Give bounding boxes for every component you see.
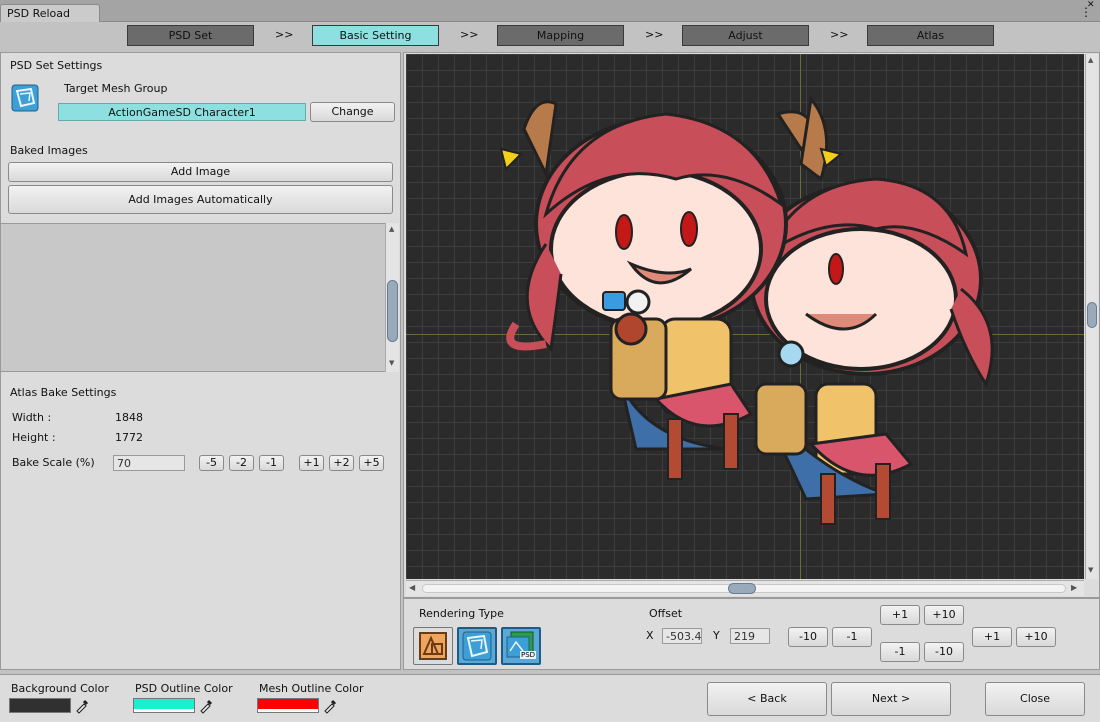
scrollbar-thumb[interactable] xyxy=(387,280,398,342)
change-button[interactable]: Change xyxy=(310,102,395,122)
offset-x-plus-10-button[interactable]: +10 xyxy=(1016,627,1056,647)
offset-label: Offset xyxy=(649,607,683,620)
bake-scale-field[interactable]: 70 xyxy=(113,455,185,471)
back-button[interactable]: < Back xyxy=(707,682,827,716)
canvas-scroll-right-icon[interactable]: ▶ xyxy=(1071,583,1077,592)
window-title: PSD Reload xyxy=(7,7,71,20)
mesh-group-icon xyxy=(11,84,39,112)
scale-plus-1-button[interactable]: +1 xyxy=(299,455,324,471)
step-basic-setting[interactable]: Basic Setting xyxy=(312,25,439,46)
offset-y-minus-1-button[interactable]: -1 xyxy=(880,642,920,662)
offset-x-minus-10-button[interactable]: -10 xyxy=(788,627,828,647)
canvas-scroll-down-icon[interactable]: ▼ xyxy=(1088,566,1093,574)
step-separator: >> xyxy=(645,28,664,41)
psd-set-settings-header: PSD Set Settings xyxy=(10,59,103,72)
offset-x-minus-1-button[interactable]: -1 xyxy=(832,627,872,647)
step-separator: >> xyxy=(275,28,294,41)
baked-images-scrollbar[interactable]: ▲ ▼ xyxy=(385,223,399,372)
target-mesh-group-field: ActionGameSD Character1 xyxy=(58,103,306,121)
scroll-up-icon[interactable]: ▲ xyxy=(389,225,394,233)
offset-y-plus-1-button[interactable]: +1 xyxy=(880,605,920,625)
title-bar xyxy=(0,0,1100,22)
background-color-label: Background Color xyxy=(11,682,109,695)
psd-outline-color-label: PSD Outline Color xyxy=(135,682,233,695)
scroll-down-icon[interactable]: ▼ xyxy=(389,359,394,367)
canvas-vertical-scrollbar[interactable]: ▲ ▼ xyxy=(1085,54,1098,579)
offset-y-plus-10-button[interactable]: +10 xyxy=(924,605,964,625)
offset-y-label: Y xyxy=(713,629,720,642)
close-button[interactable]: Close xyxy=(985,682,1085,716)
add-image-button[interactable]: Add Image xyxy=(8,162,393,182)
height-value: 1772 xyxy=(115,431,143,444)
eyedropper-icon[interactable] xyxy=(322,698,338,714)
step-psd-set[interactable]: PSD Set xyxy=(127,25,254,46)
rendering-type-label: Rendering Type xyxy=(419,607,504,620)
background-color-swatch[interactable] xyxy=(9,698,71,713)
render-psd-mode-button[interactable] xyxy=(413,627,453,665)
add-images-automatically-button[interactable]: Add Images Automatically xyxy=(8,185,393,214)
render-mesh-mode-button[interactable] xyxy=(457,627,497,665)
scale-minus-2-button[interactable]: -2 xyxy=(229,455,254,471)
eyedropper-icon[interactable] xyxy=(198,698,214,714)
render-both-mode-button[interactable]: PSD xyxy=(501,627,541,665)
target-mesh-group-label: Target Mesh Group xyxy=(64,82,168,95)
character-preview xyxy=(499,95,994,525)
scale-plus-2-button[interactable]: +2 xyxy=(329,455,354,471)
mesh-icon xyxy=(462,631,492,661)
atlas-bake-settings-header: Atlas Bake Settings xyxy=(10,386,117,399)
step-adjust[interactable]: Adjust xyxy=(682,25,809,46)
baked-images-header: Baked Images xyxy=(10,144,88,157)
width-label: Width : xyxy=(12,411,52,424)
scale-plus-5-button[interactable]: +5 xyxy=(359,455,384,471)
offset-x-field[interactable]: -503.4 xyxy=(662,628,702,644)
canvas-scroll-up-icon[interactable]: ▲ xyxy=(1088,56,1093,64)
next-button[interactable]: Next > xyxy=(831,682,951,716)
offset-x-label: X xyxy=(646,629,654,642)
canvas-scroll-left-icon[interactable]: ◀ xyxy=(409,583,415,592)
scale-minus-1-button[interactable]: -1 xyxy=(259,455,284,471)
psd-badge: PSD xyxy=(520,651,537,659)
preview-canvas[interactable] xyxy=(406,54,1084,579)
eyedropper-icon[interactable] xyxy=(74,698,90,714)
mesh-outline-color-label: Mesh Outline Color xyxy=(259,682,364,695)
mesh-outline-color-swatch[interactable] xyxy=(257,698,319,713)
offset-x-plus-1-button[interactable]: +1 xyxy=(972,627,1012,647)
step-atlas[interactable]: Atlas xyxy=(867,25,994,46)
step-separator: >> xyxy=(460,28,479,41)
close-window-icon[interactable]: ✕ xyxy=(1087,0,1095,10)
canvas-vscroll-thumb[interactable] xyxy=(1087,302,1097,328)
psd-outline-color-swatch[interactable] xyxy=(133,698,195,713)
bake-scale-label: Bake Scale (%) xyxy=(12,456,95,469)
scale-minus-5-button[interactable]: -5 xyxy=(199,455,224,471)
baked-images-list[interactable] xyxy=(1,223,385,372)
offset-y-minus-10-button[interactable]: -10 xyxy=(924,642,964,662)
offset-y-field[interactable]: 219 xyxy=(730,628,770,644)
canvas-hscroll-thumb[interactable] xyxy=(728,583,756,594)
psd-layer-icon xyxy=(419,632,447,660)
canvas-horizontal-scrollbar[interactable]: ◀ ▶ xyxy=(406,580,1084,596)
alpha-bar xyxy=(134,709,194,712)
window-tab[interactable]: PSD Reload xyxy=(0,4,100,22)
step-separator: >> xyxy=(830,28,849,41)
height-label: Height : xyxy=(12,431,56,444)
alpha-bar xyxy=(258,709,318,712)
width-value: 1848 xyxy=(115,411,143,424)
step-mapping[interactable]: Mapping xyxy=(497,25,624,46)
